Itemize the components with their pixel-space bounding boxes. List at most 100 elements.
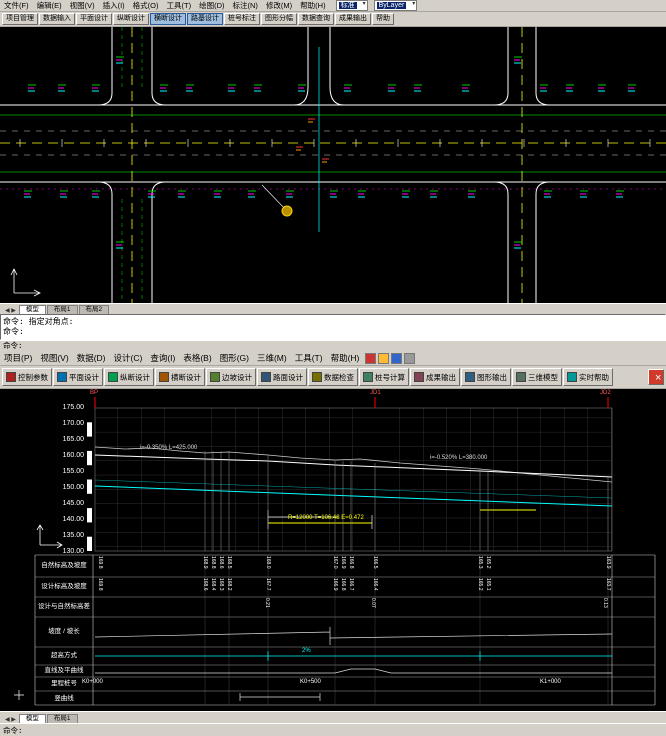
toolbar-button[interactable]: 数据输入 bbox=[39, 13, 75, 25]
toolbar-button[interactable]: 平面设计 bbox=[76, 13, 112, 25]
tool-label: 成果输出 bbox=[426, 372, 456, 383]
top-command-history[interactable]: 命令: 指定对角点:命令: bbox=[0, 314, 666, 340]
menu-item[interactable]: 文件(F) bbox=[0, 0, 33, 11]
app-root: 文件(F)编辑(E)视图(V)插入(I)格式(O)工具(T)绘图(D)标注(N)… bbox=[0, 0, 666, 736]
menu-item[interactable]: 视图(V) bbox=[36, 352, 72, 364]
open-file-icon[interactable] bbox=[378, 353, 389, 364]
design-tool-button[interactable]: 平面设计 bbox=[53, 368, 103, 386]
design-tool-button[interactable]: 桩号计算 bbox=[359, 368, 409, 386]
close-toolbar-button[interactable]: × bbox=[648, 369, 664, 385]
toolbar-button[interactable]: 纵断设计 bbox=[113, 13, 149, 25]
elevation-label: 155.00 bbox=[63, 468, 84, 475]
mileage-value: K0+000 bbox=[82, 679, 103, 685]
menu-item[interactable]: 工具(T) bbox=[291, 352, 327, 364]
menu-item[interactable]: 查询(I) bbox=[146, 352, 179, 364]
menu-item[interactable]: 表格(B) bbox=[179, 352, 215, 364]
menu-item[interactable]: 插入(I) bbox=[99, 0, 129, 11]
profile-drawing bbox=[0, 389, 666, 711]
elevation-label: 175.00 bbox=[63, 404, 84, 411]
toolbar-button[interactable]: 数据查询 bbox=[298, 13, 334, 25]
menu-item[interactable]: 帮助(H) bbox=[296, 0, 329, 11]
combobox-value: 标准 bbox=[339, 2, 357, 9]
design-tool-button[interactable]: 实时帮助 bbox=[563, 368, 613, 386]
table-row-label: 直线及平曲线 bbox=[36, 665, 92, 677]
menu-item[interactable]: 数据(D) bbox=[73, 352, 110, 364]
menu-item[interactable]: 标注(N) bbox=[229, 0, 262, 11]
print-icon[interactable] bbox=[404, 353, 415, 364]
design-tool-button[interactable]: 纵断设计 bbox=[104, 368, 154, 386]
layout-tab[interactable]: 布局2 bbox=[79, 305, 110, 314]
combobox-value: ByLayer bbox=[377, 2, 407, 9]
menu-item[interactable]: 修改(M) bbox=[262, 0, 296, 11]
toolbar-button[interactable]: 成果输出 bbox=[335, 13, 371, 25]
menu-item[interactable]: 帮助(H) bbox=[327, 352, 364, 364]
elevation-value: 168.0 bbox=[265, 556, 270, 569]
layout-tab[interactable]: 布局1 bbox=[47, 714, 78, 723]
plan-canvas[interactable] bbox=[0, 27, 666, 303]
design-tool-button[interactable]: 边坡设计 bbox=[206, 368, 256, 386]
grade-label: i=-0.350% L=425.000 bbox=[140, 445, 197, 451]
toolbar-button[interactable]: 图形分幅 bbox=[261, 13, 297, 25]
tool-icon bbox=[465, 372, 475, 382]
tool-icon bbox=[261, 372, 271, 382]
menu-item[interactable]: 编辑(E) bbox=[33, 0, 66, 11]
toolbar-button[interactable]: 横断设计 bbox=[150, 13, 186, 25]
menu-item[interactable]: 设计(C) bbox=[110, 352, 147, 364]
save-file-icon[interactable] bbox=[391, 353, 402, 364]
tab-nav-arrows[interactable]: ◀ ▶ bbox=[2, 307, 19, 314]
toolbar-button[interactable]: 路基设计 bbox=[187, 13, 223, 25]
superelevation-label: 2% bbox=[302, 648, 311, 654]
top-menu-list: 文件(F)编辑(E)视图(V)插入(I)格式(O)工具(T)绘图(D)标注(N)… bbox=[0, 0, 330, 11]
top-command-prompt[interactable]: 命令: bbox=[0, 340, 666, 351]
elevation-label: 130.00 bbox=[63, 548, 84, 555]
design-tool-button[interactable]: 三维模型 bbox=[512, 368, 562, 386]
elevation-value: 168.6 bbox=[202, 578, 207, 591]
elevation-label: 160.00 bbox=[63, 452, 84, 459]
design-tool-button[interactable]: 图形输出 bbox=[461, 368, 511, 386]
bottom-tab-list: 模型布局1 bbox=[19, 714, 79, 723]
bottom-command-prompt[interactable]: 命令: bbox=[0, 723, 666, 736]
style-combobox[interactable]: 标准 bbox=[336, 0, 368, 11]
tab-nav-arrows[interactable]: ◀ ▶ bbox=[2, 716, 19, 723]
toolbar-button[interactable]: 项目管理 bbox=[2, 13, 38, 25]
design-tool-button[interactable]: 成果输出 bbox=[410, 368, 460, 386]
new-file-icon[interactable] bbox=[365, 353, 376, 364]
top-tab-list: 模型布局1布局2 bbox=[19, 305, 110, 314]
menu-item[interactable]: 格式(O) bbox=[129, 0, 163, 11]
design-tool-button[interactable]: 横断设计 bbox=[155, 368, 205, 386]
design-tool-button[interactable]: 控制参数 bbox=[2, 368, 52, 386]
top-combo-list: 标准 ByLayer bbox=[330, 0, 418, 11]
table-row-label: 坡度 / 坡长 bbox=[36, 617, 92, 647]
top-layout-tabbar: ◀ ▶ 模型布局1布局2 bbox=[0, 303, 666, 314]
style-combobox[interactable]: ByLayer bbox=[374, 0, 418, 11]
tool-label: 控制参数 bbox=[18, 372, 48, 383]
table-row-label: 设计与自然标高差 bbox=[36, 597, 92, 617]
elevation-value: 168.5 bbox=[226, 556, 231, 569]
elevation-value: 165.2 bbox=[477, 578, 482, 591]
menu-item[interactable]: 图形(G) bbox=[216, 352, 253, 364]
profile-canvas[interactable]: 175.00170.00165.00160.00155.00150.00145.… bbox=[0, 389, 666, 711]
table-row-label: 竖曲线 bbox=[36, 691, 92, 707]
layout-tab[interactable]: 布局1 bbox=[47, 305, 78, 314]
layout-tab[interactable]: 模型 bbox=[19, 305, 46, 314]
menu-item[interactable]: 工具(T) bbox=[163, 0, 196, 11]
elevation-value: 166.9 bbox=[332, 578, 337, 591]
cut-fill-value: 0.13 bbox=[602, 598, 607, 608]
tool-label: 数据检查 bbox=[324, 372, 354, 383]
elevation-label: 165.00 bbox=[63, 436, 84, 443]
top-toolbar: 项目管理数据输入平面设计纵断设计横断设计路基设计桩号标注图形分幅数据查询成果输出… bbox=[0, 12, 666, 27]
menu-item[interactable]: 绘图(D) bbox=[195, 0, 228, 11]
tool-icon bbox=[567, 372, 577, 382]
toolbar-button[interactable]: 桩号标注 bbox=[224, 13, 260, 25]
station-label: JD2 bbox=[600, 390, 611, 396]
layout-tab[interactable]: 模型 bbox=[19, 714, 46, 723]
tool-icon bbox=[363, 372, 373, 382]
menu-item[interactable]: 三维(M) bbox=[253, 352, 291, 364]
menu-item[interactable]: 视图(V) bbox=[66, 0, 99, 11]
menu-item[interactable]: 项目(P) bbox=[0, 352, 36, 364]
design-tool-button[interactable]: 路面设计 bbox=[257, 368, 307, 386]
design-tool-button[interactable]: 数据检查 bbox=[308, 368, 358, 386]
toolbar-button[interactable]: 帮助 bbox=[372, 13, 394, 25]
elevation-value: 165.2 bbox=[485, 556, 490, 569]
tool-label: 实时帮助 bbox=[579, 372, 609, 383]
